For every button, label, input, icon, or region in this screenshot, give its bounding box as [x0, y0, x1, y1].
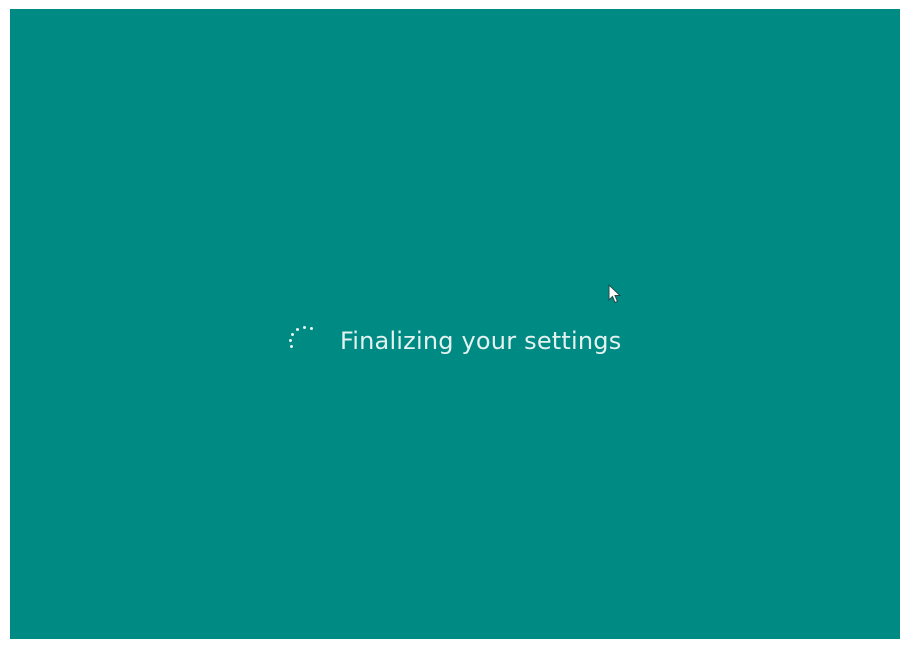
setup-screen: Finalizing your settings	[10, 9, 900, 639]
status-message: Finalizing your settings	[340, 327, 622, 355]
status-area: Finalizing your settings	[288, 315, 621, 365]
mouse-pointer-icon	[608, 284, 622, 304]
loading-spinner-icon	[288, 323, 322, 357]
